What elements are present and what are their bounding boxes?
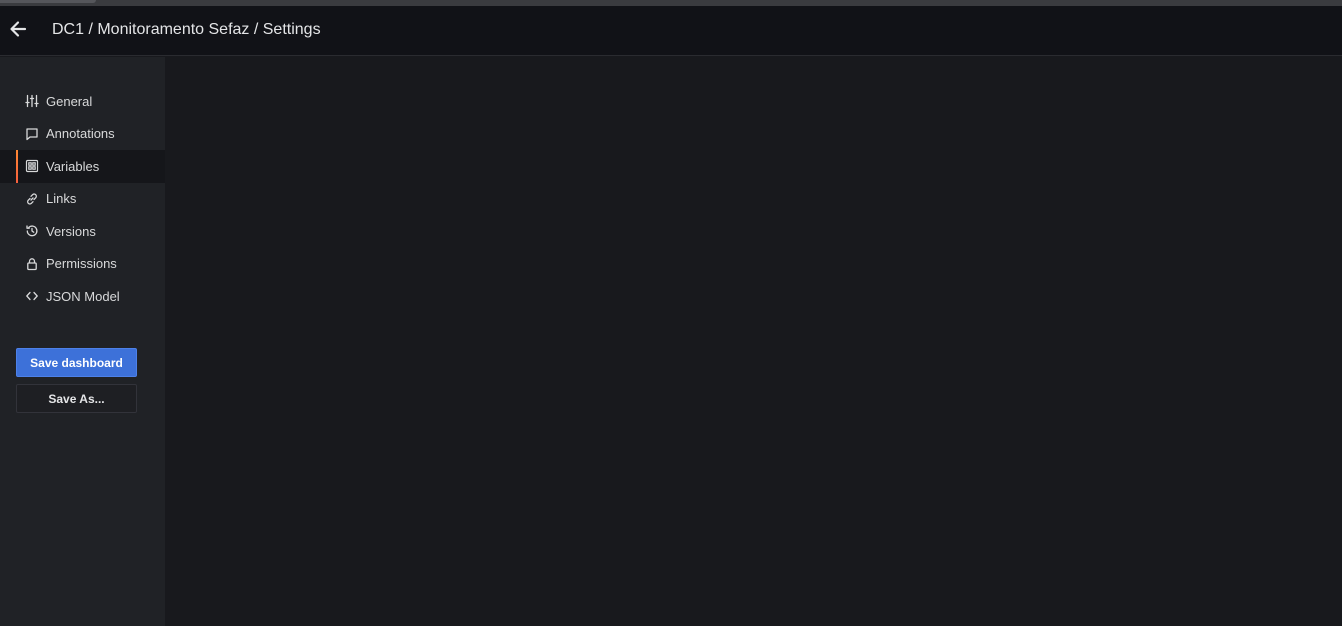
sidebar-item-label: JSON Model [46,288,120,304]
link-icon [25,192,39,206]
sidebar-item-label: General [46,93,93,109]
sidebar-item-label: Permissions [46,256,117,272]
history-icon [25,224,39,238]
back-button[interactable] [6,19,30,43]
lock-icon [25,257,39,271]
save-as-button[interactable]: Save As... [16,384,137,413]
sidebar-item-versions[interactable]: Versions [0,215,165,248]
sidebar-item-variables[interactable]: Variables [0,150,165,183]
sidebar-item-permissions[interactable]: Permissions [0,248,165,281]
sliders-icon [25,94,39,108]
comment-icon [25,127,39,141]
sidebar-item-label: Variables [46,158,100,174]
save-dashboard-button[interactable]: Save dashboard [16,348,137,377]
settings-content [165,57,1342,626]
settings-sidebar: General Annotations Variables Links Vers… [0,57,165,626]
sidebar-item-label: Versions [46,223,96,239]
sidebar-item-label: Annotations [46,126,115,142]
sidebar-item-links[interactable]: Links [0,183,165,216]
sidebar-item-json-model[interactable]: JSON Model [0,280,165,313]
sidebar-item-annotations[interactable]: Annotations [0,118,165,151]
code-icon [25,289,39,303]
arrow-left-icon [8,19,28,44]
page-title: DC1 / Monitoramento Sefaz / Settings [52,21,321,38]
variable-grid-icon [25,159,39,173]
sidebar-item-label: Links [46,191,77,207]
settings-nav: General Annotations Variables Links Vers… [0,85,165,313]
sidebar-item-general[interactable]: General [0,85,165,118]
page-header: DC1 / Monitoramento Sefaz / Settings [0,6,1342,56]
tab-hint [0,0,96,3]
